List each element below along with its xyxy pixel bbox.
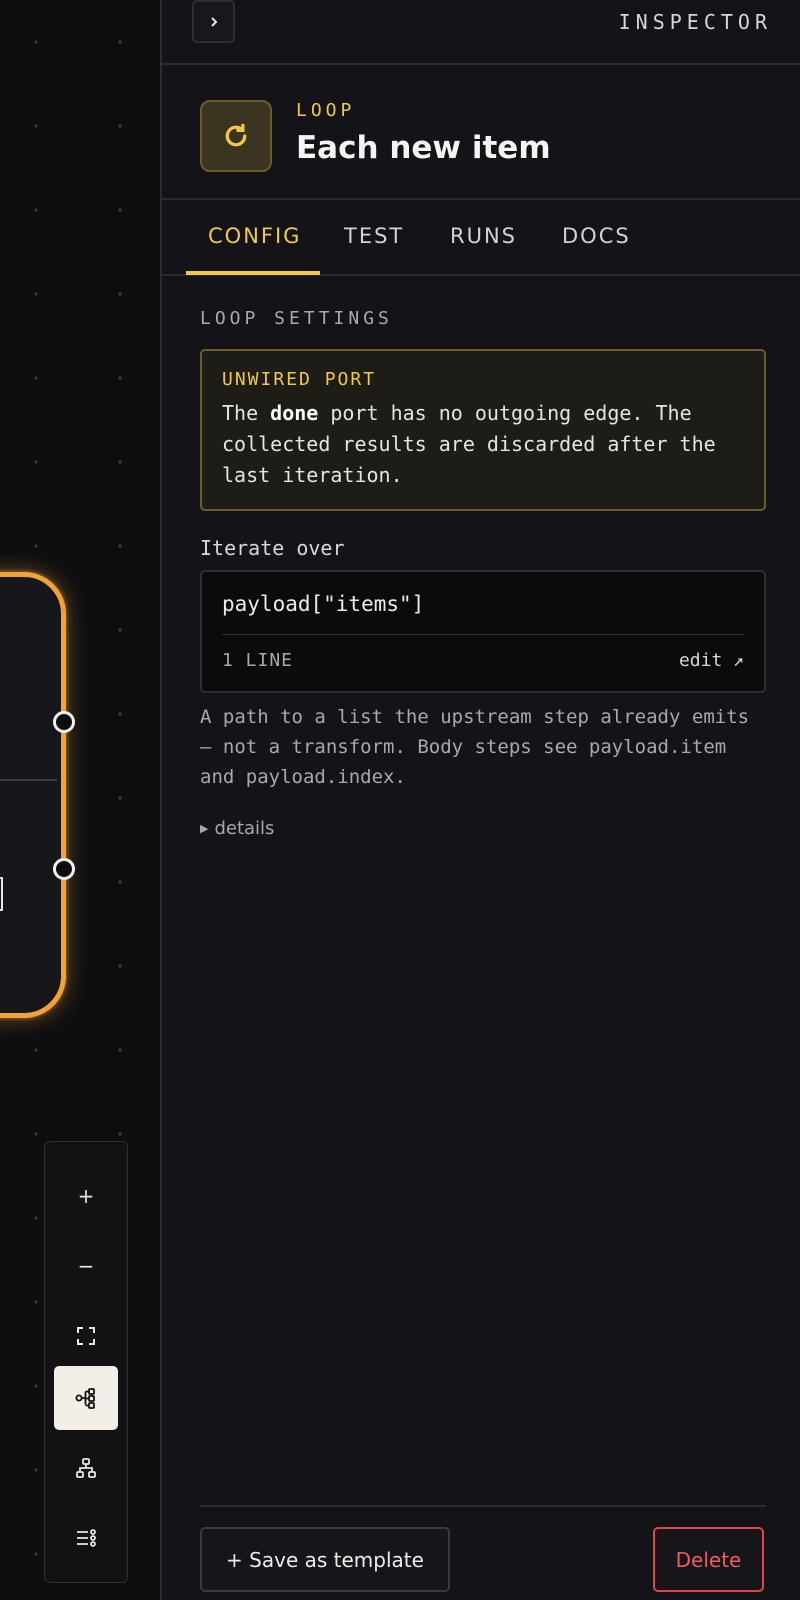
- node-inner-element: [0, 877, 3, 911]
- zoom-out-button[interactable]: −: [54, 1234, 118, 1298]
- canvas-toolbar: + −: [44, 1141, 128, 1583]
- inspector-title: INSPECTOR: [618, 10, 772, 34]
- layout-tree-button[interactable]: [54, 1436, 118, 1500]
- chevron-right-icon: [210, 16, 217, 27]
- caret-right-icon: ▶: [200, 822, 209, 835]
- details-label: details: [214, 818, 275, 839]
- delete-button[interactable]: Delete: [653, 1527, 764, 1592]
- node-header: LOOP Each new item: [162, 66, 800, 200]
- save-as-template-button[interactable]: + Save as template: [200, 1527, 450, 1592]
- inspector-panel: INSPECTOR LOOP Each new item CONFIG TEST…: [160, 0, 800, 1600]
- fit-view-icon: [77, 1327, 95, 1345]
- tab-config[interactable]: CONFIG: [208, 224, 301, 248]
- iterate-over-editor[interactable]: payload["items"] 1 LINE edit ↗: [200, 570, 766, 693]
- node-divider: [0, 779, 57, 781]
- workflow-canvas[interactable]: + −: [0, 0, 160, 1600]
- iterate-over-value[interactable]: payload["items"]: [222, 592, 424, 616]
- collapse-inspector-button[interactable]: [192, 0, 235, 43]
- refresh-icon: [200, 100, 272, 172]
- fit-view-button[interactable]: [54, 1304, 118, 1368]
- list-settings-button[interactable]: [54, 1506, 118, 1570]
- zoom-in-button[interactable]: +: [54, 1164, 118, 1228]
- node-name[interactable]: Each new item: [296, 130, 551, 166]
- port-name: done: [270, 401, 319, 425]
- code-divider: [222, 634, 744, 635]
- layout-horizontal-button[interactable]: [54, 1366, 118, 1430]
- list-filter-icon: [77, 1529, 96, 1547]
- flow-layout-icon: [75, 1388, 95, 1409]
- active-tab-indicator: [186, 271, 320, 275]
- section-label: LOOP SETTINGS: [200, 308, 393, 329]
- warning-text: The done port has no outgoing edge. The …: [222, 401, 716, 487]
- plus-icon: +: [77, 1184, 95, 1208]
- node-port-each[interactable]: [53, 711, 75, 733]
- tab-docs[interactable]: DOCS: [562, 224, 631, 248]
- iterate-help-text: A path to a list the upstream step alrea…: [200, 706, 750, 788]
- tab-test[interactable]: TEST: [344, 224, 404, 248]
- warning-title: UNWIRED PORT: [222, 369, 377, 390]
- line-count: 1 LINE: [222, 650, 294, 671]
- unwired-port-warning: UNWIRED PORT The done port has no outgoi…: [200, 349, 766, 511]
- loop-node-selected[interactable]: [0, 572, 66, 1018]
- tab-runs[interactable]: RUNS: [450, 224, 517, 248]
- inspector-tabs: CONFIG TEST RUNS DOCS: [162, 200, 800, 276]
- node-type-label: LOOP: [296, 100, 356, 121]
- hierarchy-icon: [76, 1458, 96, 1478]
- minus-icon: −: [77, 1254, 95, 1278]
- iterate-over-label: Iterate over: [200, 536, 345, 560]
- inspector-header-bar: INSPECTOR: [162, 0, 800, 65]
- edit-expression-link[interactable]: edit ↗: [679, 650, 744, 671]
- node-port-done[interactable]: [53, 858, 75, 880]
- details-toggle[interactable]: ▶ details: [200, 818, 274, 839]
- footer-divider: [200, 1505, 766, 1507]
